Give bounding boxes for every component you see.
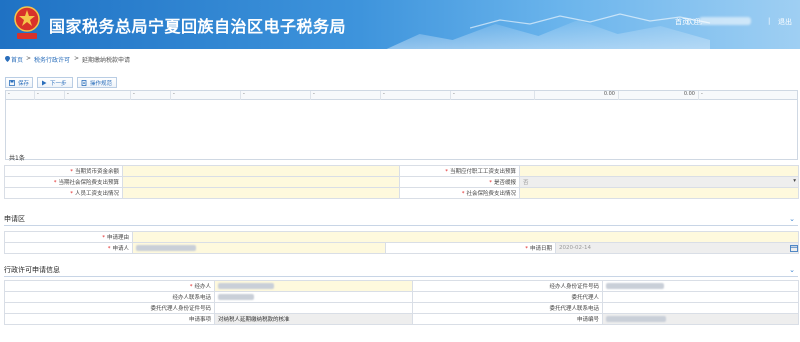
field-label: * 申请理由 — [4, 231, 133, 243]
applicant-redacted — [136, 244, 196, 251]
form-row: * 经办人 经办人身份证件号码 — [4, 280, 799, 292]
data-grid: - - - - - - - - - 0.00 0.00 - 共1条 — [5, 90, 798, 162]
next-step-button[interactable]: 下一步 — [37, 77, 73, 88]
apply-matter-value: 对纳税人延期缴纳税款的核准 — [214, 313, 413, 325]
grid-col: - — [8, 91, 10, 97]
agent-input[interactable] — [214, 280, 413, 292]
insurance-status-input[interactable] — [519, 187, 799, 199]
field-label: * 当期社会保险费支出预算 — [4, 176, 123, 188]
location-pin-icon — [5, 56, 10, 62]
grid-col: - — [450, 91, 534, 100]
document-icon — [81, 80, 87, 86]
nav-separator: | — [768, 17, 771, 25]
grid-col: - — [310, 91, 380, 100]
form-row: * 申请人 * 申请日期 2020-02-14 — [4, 242, 800, 254]
field-label: * 申请人 — [4, 242, 133, 254]
agent-phone-value — [214, 291, 413, 303]
salary-budget-input[interactable] — [519, 165, 799, 177]
tax-emblem-logo — [14, 6, 40, 39]
insurance-budget-input[interactable] — [122, 176, 400, 188]
field-label: 委托代理人身份证件号码 — [4, 302, 215, 314]
username-redacted — [699, 17, 751, 25]
entrust-id-input[interactable] — [214, 302, 413, 314]
form-row: 经办人联系电话 委托代理人 — [4, 291, 799, 303]
guide-button[interactable]: 操作规范 — [77, 77, 117, 88]
form-row: * 当期货币资金余额 * 当期应付职工工资支出预算 — [4, 165, 799, 177]
grid-total-count: 共1条 — [9, 155, 25, 162]
top-header: 国家税务总局宁夏回族自治区电子税务局 首页 欢迎, | 退出 — [0, 0, 800, 49]
form-row: 申请事项 对纳税人延期缴纳税款的核准 申请编号 — [4, 313, 799, 325]
field-label: * 申请日期 — [385, 242, 556, 254]
play-icon — [42, 80, 47, 86]
guide-button-label: 操作规范 — [90, 81, 113, 87]
grid-col: 0.00 — [618, 91, 698, 100]
breadcrumb-current: 延期缴纳税款申请 — [82, 57, 131, 64]
chevron-down-icon[interactable]: ⌄ — [789, 266, 795, 274]
grid-col: - — [34, 91, 64, 100]
deferred-report-select[interactable]: 否 ▾ — [519, 176, 799, 188]
breadcrumb-separator: > — [26, 55, 32, 62]
apply-section-header[interactable]: 申请区 ⌄ — [4, 214, 798, 226]
field-label: 申请事项 — [4, 313, 215, 325]
logout-link[interactable]: 退出 — [778, 17, 792, 27]
field-label: * 是否缓报 — [399, 176, 520, 188]
entrust-phone-input[interactable] — [602, 302, 799, 314]
grid-col: - — [698, 91, 797, 100]
breadcrumb-separator: > — [74, 55, 80, 62]
chevron-down-icon[interactable]: ⌄ — [789, 215, 795, 223]
form-row: 委托代理人身份证件号码 委托代理人联系电话 — [4, 302, 799, 314]
field-label: 委托代理人联系电话 — [412, 302, 603, 314]
save-icon — [9, 80, 15, 86]
field-label: * 经办人 — [4, 280, 215, 292]
site-title: 国家税务总局宁夏回族自治区电子税务局 — [49, 17, 347, 36]
breadcrumb: 首页 > 税务行政许可 > 延期缴纳税款申请 — [0, 55, 800, 65]
license-form: * 经办人 经办人身份证件号码 经办人联系电话 委托代理人 委托代理人身份证件号码… — [4, 280, 799, 325]
agent-id-value — [602, 280, 799, 292]
grid-header: - - - - - - - - - 0.00 0.00 - — [6, 91, 797, 100]
form-row: * 人员工资支出情况 * 社会保险费支出情况 — [4, 187, 799, 199]
calendar-icon[interactable] — [790, 244, 798, 252]
next-step-label: 下一步 — [50, 81, 67, 87]
apply-form: * 申请理由 * 申请人 * 申请日期 2020-02-14 — [4, 231, 800, 254]
grid-col: - — [240, 91, 310, 100]
dropdown-arrow-icon: ▾ — [793, 178, 796, 184]
field-label: * 当期货币资金余额 — [4, 165, 123, 177]
field-label: * 当期应付职工工资支出预算 — [399, 165, 520, 177]
financial-form: * 当期货币资金余额 * 当期应付职工工资支出预算 * 当期社会保险费支出预算 * 是否… — [4, 165, 799, 199]
form-row: * 当期社会保险费支出预算 * 是否缓报 否 ▾ — [4, 176, 799, 188]
apply-number-value — [602, 313, 799, 325]
grid-col: - — [64, 91, 130, 100]
agent-redacted — [218, 282, 274, 289]
section-title: 申请区 — [4, 215, 25, 223]
section-title: 行政许可申请信息 — [4, 266, 60, 274]
agent-id-redacted — [606, 282, 664, 289]
field-label: * 社会保险费支出情况 — [399, 187, 520, 199]
field-label: 经办人身份证件号码 — [412, 280, 603, 292]
entrust-agent-input[interactable] — [602, 291, 799, 303]
field-label: 申请编号 — [412, 313, 603, 325]
grid-col: - — [170, 91, 240, 100]
cash-balance-input[interactable] — [122, 165, 400, 177]
license-section-header[interactable]: 行政许可申请信息 ⌄ — [4, 265, 798, 277]
apply-number-redacted — [606, 315, 666, 322]
breadcrumb-level1[interactable]: 税务行政许可 — [34, 55, 70, 64]
great-wall-decoration — [470, 13, 710, 29]
breadcrumb-home[interactable]: 首页 — [11, 55, 23, 64]
field-label: 经办人联系电话 — [4, 291, 215, 303]
field-label: * 人员工资支出情况 — [4, 187, 123, 199]
agent-phone-redacted — [218, 293, 254, 300]
salary-status-input[interactable] — [122, 187, 400, 199]
grid-col: - — [380, 91, 450, 100]
field-label: 委托代理人 — [412, 291, 603, 303]
toolbar: 保存 下一步 操作规范 — [0, 77, 800, 89]
grid-col: - — [130, 91, 170, 100]
save-button-label: 保存 — [18, 81, 30, 87]
applicant-input[interactable] — [132, 242, 386, 254]
apply-reason-input[interactable] — [131, 231, 800, 243]
form-row: * 申请理由 — [4, 231, 800, 243]
grid-col: 0.00 — [534, 91, 618, 100]
apply-date-input[interactable]: 2020-02-14 — [554, 242, 800, 254]
save-button[interactable]: 保存 — [5, 77, 33, 88]
